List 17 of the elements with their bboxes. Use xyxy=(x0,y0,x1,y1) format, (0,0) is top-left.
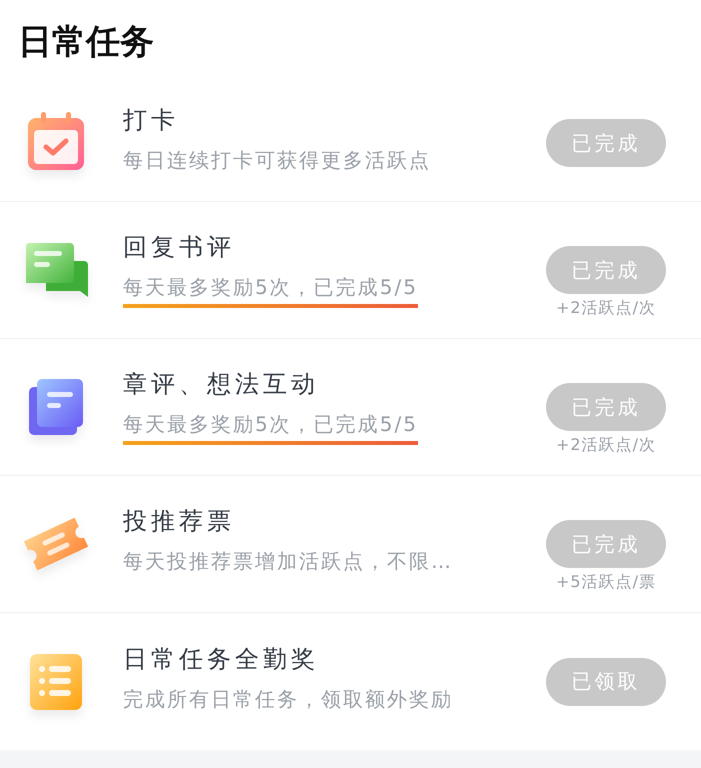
task-description: 每天最多奖励5次，已完成5/5 xyxy=(123,274,418,308)
task-description: 每天最多奖励5次，已完成5/5 xyxy=(123,411,418,445)
task-title: 日常任务全勤奖 xyxy=(123,644,319,674)
reward-label: +5活跃点/票 xyxy=(556,572,656,593)
document-icon xyxy=(26,377,84,437)
task-description: 每日连续打卡可获得更多活跃点 xyxy=(123,147,431,174)
task-title: 章评、想法互动 xyxy=(123,369,319,399)
list-icon xyxy=(28,652,82,710)
task-description: 完成所有日常任务，领取额外奖励 xyxy=(123,686,453,712)
reward-label: +2活跃点/次 xyxy=(556,435,656,456)
page-title: 日常任务 xyxy=(18,21,154,64)
task-title: 投推荐票 xyxy=(123,506,235,536)
task-title: 回复书评 xyxy=(123,232,235,262)
task-description: 每天投推荐票增加活跃点，不限… xyxy=(123,548,453,575)
task-title: 打卡 xyxy=(123,105,179,135)
chat-icon xyxy=(24,241,88,299)
reward-label: +2活跃点/次 xyxy=(556,298,656,319)
